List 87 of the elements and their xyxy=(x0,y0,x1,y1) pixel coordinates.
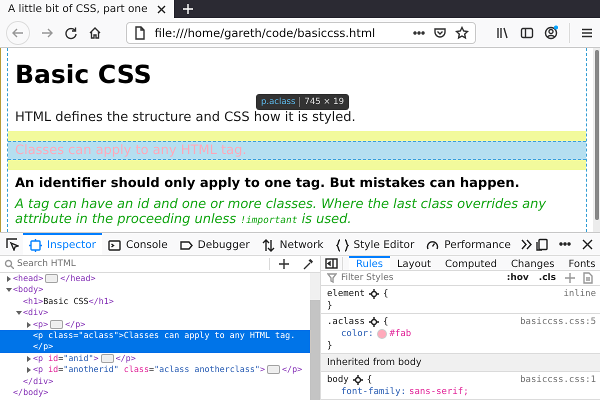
filter-icon xyxy=(327,273,337,283)
scrollbar-thumb[interactable] xyxy=(310,300,320,400)
devtools-tab[interactable]: Style Editor xyxy=(330,233,420,255)
devtools-tab[interactable]: Console xyxy=(102,233,174,255)
sidebar-tab[interactable]: Computed xyxy=(438,256,504,270)
sidebar-tab[interactable]: Rules xyxy=(349,256,390,270)
more-tools-icon[interactable] xyxy=(520,238,532,250)
back-arrow-icon xyxy=(10,26,25,40)
rule-source-link[interactable]: inline xyxy=(563,288,596,300)
element-picker-icon[interactable] xyxy=(6,238,19,250)
tag-icon xyxy=(180,238,193,252)
browser-tab[interactable]: A little bit of CSS, part one xyxy=(0,0,174,18)
search-icon xyxy=(4,259,14,269)
sidebar-tab[interactable]: Changes xyxy=(504,256,562,270)
search-field[interactable]: Search HTML xyxy=(17,259,266,269)
brace: } xyxy=(327,300,334,312)
scrollbar-thumb[interactable] xyxy=(594,50,598,220)
toggle-button[interactable]: .cls xyxy=(536,273,558,283)
back-button[interactable] xyxy=(6,20,30,44)
page-paragraph: A tag can have an id and one or more classes. Where the last class overrides any attribute in the proceeding unless !important is used. xyxy=(15,197,548,228)
console-icon xyxy=(108,238,121,252)
forward-arrow-icon[interactable] xyxy=(40,26,54,40)
address-bar[interactable]: file:///home/gareth/code/basiccss.html xyxy=(126,22,476,44)
target-icon[interactable] xyxy=(368,289,379,299)
document-icon[interactable] xyxy=(582,272,594,284)
brace: { xyxy=(382,316,388,328)
markup-node[interactable]: </div> xyxy=(23,376,308,388)
markup-node[interactable]: <p id="anotherid" class="aclass anotherclass"> </p> xyxy=(33,364,308,376)
gauge-icon xyxy=(426,238,440,252)
section-header: Inherited from body xyxy=(321,354,600,372)
rule-selector: element xyxy=(327,288,365,300)
page-paragraph: An identifier should only apply to one tag. But mistakes can happen. xyxy=(15,176,521,191)
markup-node[interactable]: <p id="anid"> </p> xyxy=(33,352,308,364)
rule-source-link[interactable]: basiccss.css:1 xyxy=(520,374,596,386)
sidebar-tab[interactable]: Fonts xyxy=(561,256,600,270)
tab-title: A little bit of CSS, part one xyxy=(8,3,148,15)
property-name: font-family: xyxy=(341,386,406,398)
devtools-tab[interactable]: Network xyxy=(256,233,330,255)
brace: { xyxy=(382,288,388,300)
reload-icon[interactable] xyxy=(64,26,78,40)
arrows-icon xyxy=(262,238,275,252)
markup-node[interactable]: <h1>Basic CSS</h1> xyxy=(23,296,308,308)
add-rule-icon[interactable] xyxy=(564,272,576,284)
pocket-icon[interactable] xyxy=(433,26,448,40)
property-value: #fab xyxy=(390,328,412,340)
star-icon[interactable] xyxy=(455,26,470,40)
page-paragraph: HTML defines the structure and CSS how it is styled. xyxy=(15,110,357,125)
rule-selector: .aclass xyxy=(327,316,365,328)
devtools-tab[interactable]: Performance xyxy=(420,233,517,255)
tooltip-selector: p.aclass xyxy=(261,97,296,107)
sidebar-tab[interactable]: Layout xyxy=(390,256,438,270)
page-paragraph: Classes can apply to any HTML tag. xyxy=(15,143,248,158)
markup-node[interactable]: <head> </head> xyxy=(13,273,308,284)
property-value: sans-serif; xyxy=(409,386,469,398)
markup-node[interactable]: <div> xyxy=(23,307,308,319)
dock-icon[interactable] xyxy=(536,238,549,250)
library-icon[interactable] xyxy=(496,26,510,40)
brace: } xyxy=(327,340,334,352)
markup-node[interactable]: <body> xyxy=(13,284,308,296)
filter-field[interactable]: Filter Styles xyxy=(341,273,501,283)
eyedropper-icon[interactable] xyxy=(302,258,314,270)
tooltip-size: 745 × 19 xyxy=(304,97,344,107)
brace: { xyxy=(366,374,372,386)
devtools-tab[interactable]: Inspector xyxy=(23,233,102,255)
markup-node[interactable]: <p> </p> xyxy=(33,318,308,330)
braces-icon xyxy=(336,238,348,252)
sidebar-toggle-icon[interactable] xyxy=(325,256,338,270)
close-icon[interactable] xyxy=(581,238,594,250)
page-icon xyxy=(132,26,147,40)
inspector-icon xyxy=(29,238,42,252)
new-tab-icon[interactable] xyxy=(182,3,194,15)
page-heading: Basic CSS xyxy=(15,60,152,90)
url-text: file:///home/gareth/code/basiccss.html xyxy=(154,26,376,40)
toggle-button[interactable]: :hov xyxy=(504,273,531,283)
target-icon[interactable] xyxy=(368,317,379,327)
devtools-tab[interactable]: Debugger xyxy=(174,233,256,255)
markup-node[interactable]: </body> xyxy=(13,387,308,398)
add-node-icon[interactable] xyxy=(278,258,290,270)
target-icon[interactable] xyxy=(352,375,363,385)
home-icon[interactable] xyxy=(88,26,102,40)
sidebar-icon[interactable] xyxy=(520,26,534,40)
rule-selector: body xyxy=(327,374,349,386)
property-name: color: xyxy=(341,328,374,340)
account-icon[interactable] xyxy=(544,25,560,40)
rule-source-link[interactable]: basiccss.css:5 xyxy=(520,316,596,328)
color-swatch[interactable] xyxy=(376,329,387,339)
close-icon[interactable] xyxy=(156,4,167,14)
